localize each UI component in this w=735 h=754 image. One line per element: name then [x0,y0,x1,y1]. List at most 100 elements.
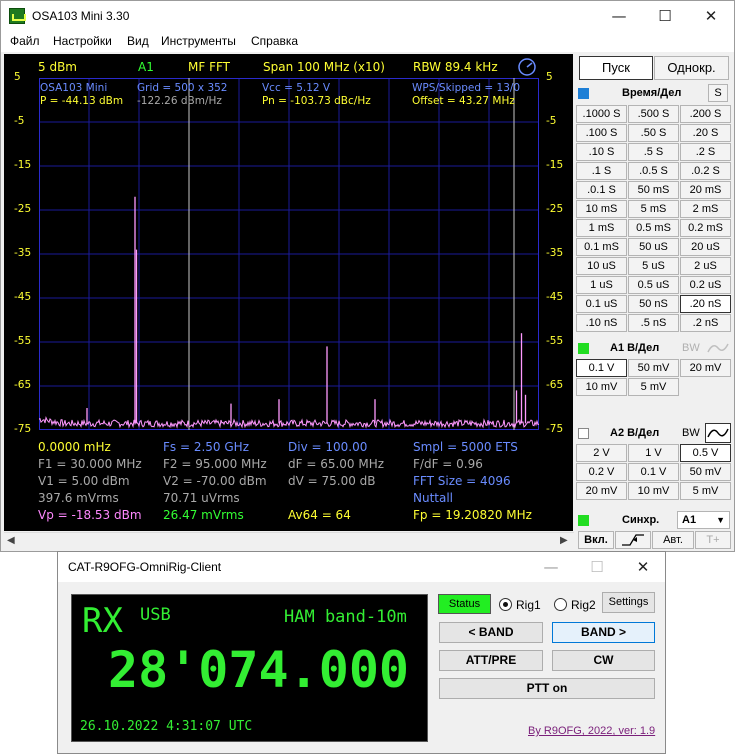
time-option-button[interactable]: .1000 S [576,105,627,123]
time-option-button[interactable]: .10 S [576,143,627,161]
time-option-button[interactable]: 1 uS [576,276,627,294]
close-icon[interactable]: ✕ [688,1,734,31]
time-div-label: Время/Дел [622,87,682,99]
time-option-button[interactable]: 10 mS [576,200,627,218]
band-down-button[interactable]: < BAND [439,622,543,643]
a1-option-button[interactable]: 10 mV [576,378,627,396]
time-option-button[interactable]: 50 uS [628,238,679,256]
minimize-icon[interactable]: — [596,1,642,31]
a2-option-button[interactable]: 0.1 V [628,463,679,481]
time-unit-s-button[interactable]: S [708,84,728,102]
time-option-button[interactable]: 20 mS [680,181,731,199]
plot-span: Span 100 MHz (x10) [263,60,385,74]
time-option-button[interactable]: .20 S [680,124,731,142]
menu-file[interactable]: Файл [10,34,40,48]
a1-option-button[interactable]: 50 mV [628,359,679,377]
time-option-button[interactable]: 5 mS [628,200,679,218]
time-option-button[interactable]: 50 mS [628,181,679,199]
time-option-button[interactable]: .5 S [628,143,679,161]
cat-minimize-icon[interactable]: — [528,552,574,582]
time-option-button[interactable]: .50 S [628,124,679,142]
time-option-button[interactable]: .10 nS [576,314,627,332]
time-option-button[interactable]: 0.2 mS [680,219,731,237]
radio-display: RX USB HAM band-10m 28'074.000 26.10.202… [71,594,428,742]
time-option-button[interactable]: .0.1 S [576,181,627,199]
a2-bw-label: BW [682,427,700,439]
time-option-button[interactable]: 0.2 uS [680,276,731,294]
readout-averaging: Av64 = 64 [288,508,351,522]
a2-option-button[interactable]: 10 mV [628,482,679,500]
time-option-button[interactable]: .20 nS [680,295,731,313]
menu-tools[interactable]: Инструменты [161,34,236,48]
scroll-left-icon[interactable]: ◀ [7,535,15,546]
y-tick-label: -35 [546,247,564,259]
time-option-button[interactable]: .100 S [576,124,627,142]
time-option-button[interactable]: .5 nS [628,314,679,332]
trigger-auto-button[interactable]: Авт. [652,531,694,549]
time-option-button[interactable]: 5 uS [628,257,679,275]
ptt-button[interactable]: PTT on [439,678,655,699]
time-option-button[interactable]: 1 mS [576,219,627,237]
time-option-button[interactable]: 0.1 mS [576,238,627,256]
osa-app-icon [9,8,26,24]
menu-view[interactable]: Вид [127,34,149,48]
a2-option-button[interactable]: 50 mV [680,463,731,481]
readout-df: dF = 65.00 MHz [288,457,385,471]
time-option-button[interactable]: 0.5 uS [628,276,679,294]
time-option-button[interactable]: 20 uS [680,238,731,256]
start-button[interactable]: Пуск [579,56,653,80]
a2-option-button[interactable]: 0.5 V [680,444,731,462]
time-option-button[interactable]: .500 S [628,105,679,123]
y-tick-label: -75 [14,423,32,435]
time-option-button[interactable]: .2 nS [680,314,731,332]
y-tick-label: -25 [546,203,564,215]
cat-close-icon[interactable]: ✕ [620,552,666,582]
a1-bw-wave-icon[interactable] [706,340,730,356]
cat-maximize-icon[interactable]: ☐ [574,552,620,582]
a2-option-button[interactable]: 2 V [576,444,627,462]
time-option-button[interactable]: 10 uS [576,257,627,275]
a2-option-button[interactable]: 5 mV [680,482,731,500]
horizontal-scrollbar[interactable]: ◀ ▶ [4,532,574,549]
a1-option-button[interactable]: 0.1 V [576,359,627,377]
single-shot-button[interactable]: Однокр. [654,56,729,80]
status-indicator: Status [438,594,491,614]
cw-button[interactable]: CW [552,650,655,671]
rig1-radio[interactable] [499,598,512,611]
menu-help[interactable]: Справка [251,34,298,48]
rig2-radio[interactable] [554,598,567,611]
time-option-button[interactable]: .200 S [680,105,731,123]
menu-settings[interactable]: Настройки [53,34,112,48]
scroll-right-icon[interactable]: ▶ [560,535,568,546]
time-option-button[interactable]: 50 nS [628,295,679,313]
a2-marker-icon[interactable] [578,428,589,439]
spectrum-plot[interactable]: 5 dBm A1 MF FFT Span 100 MHz (x10) RBW 8… [4,54,573,531]
time-option-button[interactable]: 0.1 uS [576,295,627,313]
att-pre-button[interactable]: ATT/PRE [439,650,543,671]
spectrum-grid [39,78,539,430]
info-wps: WPS/Skipped = 13/0 [412,82,521,94]
trigger-on-button[interactable]: Вкл. [578,531,614,549]
time-option-button[interactable]: 2 uS [680,257,731,275]
time-option-button[interactable]: 2 mS [680,200,731,218]
trigger-edge-button[interactable] [615,531,651,549]
time-option-button[interactable]: .0.2 S [680,162,731,180]
readout-v2-rms: 70.71 uVrms [163,491,240,505]
band-indicator: HAM band-10m [284,607,407,627]
band-up-button[interactable]: BAND > [552,622,655,643]
a2-bw-wave-icon[interactable] [705,423,731,443]
settings-button[interactable]: Settings [602,592,655,613]
time-option-button[interactable]: .1 S [576,162,627,180]
a2-option-button[interactable]: 0.2 V [576,463,627,481]
a2-option-button[interactable]: 20 mV [576,482,627,500]
time-option-button[interactable]: .2 S [680,143,731,161]
credit-link[interactable]: By R9OFG, 2022, ver: 1.9 [528,725,655,737]
trigger-tplus-button[interactable]: T+ [695,531,731,549]
time-option-button[interactable]: .0.5 S [628,162,679,180]
a2-option-button[interactable]: 1 V [628,444,679,462]
a1-option-button[interactable]: 5 mV [628,378,679,396]
time-option-button[interactable]: 0.5 mS [628,219,679,237]
a1-option-button[interactable]: 20 mV [680,359,731,377]
sync-source-select[interactable]: A1 ▼ [677,511,730,529]
maximize-icon[interactable]: ☐ [642,1,688,31]
